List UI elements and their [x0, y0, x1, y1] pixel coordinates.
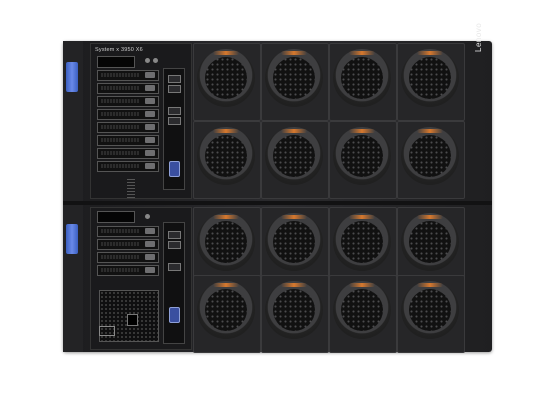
drive-handle[interactable]: [145, 111, 155, 117]
drive-bay[interactable]: [97, 226, 159, 237]
usb-port[interactable]: [168, 85, 181, 93]
fan-module[interactable]: [261, 275, 329, 353]
power-button[interactable]: [153, 58, 158, 63]
usb-port[interactable]: [168, 117, 181, 125]
fan-module[interactable]: [329, 121, 397, 199]
port-column: [163, 68, 185, 190]
fan-module[interactable]: [193, 275, 261, 353]
fan-icon: [197, 281, 255, 339]
fan-icon: [333, 213, 391, 271]
fan-icon: [333, 127, 391, 185]
fan-icon: [197, 127, 255, 185]
psu-switch[interactable]: [127, 314, 138, 326]
drive-handle[interactable]: [145, 228, 155, 234]
fan-icon: [401, 49, 459, 107]
upper-unit: System x 3950 X6: [63, 41, 492, 201]
usb-port[interactable]: [168, 241, 181, 249]
vga-port[interactable]: [169, 161, 180, 177]
fan-icon: [401, 213, 459, 271]
fan-icon: [265, 49, 323, 107]
drive-bay[interactable]: [97, 122, 159, 133]
operator-display: [97, 211, 135, 223]
drive-bay[interactable]: [97, 161, 159, 172]
drive-handle[interactable]: [145, 241, 155, 247]
drive-handle[interactable]: [145, 267, 155, 273]
drive-handle[interactable]: [145, 150, 155, 156]
drive-bay[interactable]: [97, 96, 159, 107]
drive-bay[interactable]: [97, 109, 159, 120]
vent-slots: [127, 178, 135, 198]
fan-module[interactable]: [261, 43, 329, 121]
drive-handle[interactable]: [145, 72, 155, 78]
fan-module[interactable]: [329, 43, 397, 121]
usb-port[interactable]: [168, 231, 181, 239]
fan-icon: [333, 281, 391, 339]
drive-bay[interactable]: [97, 135, 159, 146]
vga-port[interactable]: [169, 307, 180, 323]
drive-bay[interactable]: [97, 239, 159, 250]
fan-module[interactable]: [261, 121, 329, 199]
model-label: System x 3950 X6: [95, 47, 143, 53]
drive-bay[interactable]: [97, 83, 159, 94]
fan-icon: [197, 49, 255, 107]
fan-icon: [401, 127, 459, 185]
drive-bay[interactable]: [97, 70, 159, 81]
usb-port[interactable]: [168, 107, 181, 115]
drive-bay[interactable]: [97, 252, 159, 263]
fan-module[interactable]: [329, 275, 397, 353]
fan-icon: [401, 281, 459, 339]
usb-port[interactable]: [168, 75, 181, 83]
io-panel-lower: [90, 207, 192, 350]
drive-handle[interactable]: [145, 163, 155, 169]
fan-module[interactable]: [193, 121, 261, 199]
fan-icon: [265, 281, 323, 339]
fan-module[interactable]: [193, 43, 261, 121]
drive-handle[interactable]: [145, 137, 155, 143]
fan-icon: [333, 49, 391, 107]
certification-tag: [99, 326, 115, 336]
fan-module[interactable]: [397, 275, 465, 353]
fan-module[interactable]: [329, 207, 397, 285]
drive-handle[interactable]: [145, 124, 155, 130]
lower-unit: [63, 205, 492, 353]
drive-bay[interactable]: [97, 148, 159, 159]
fan-module[interactable]: [397, 121, 465, 199]
drive-handle[interactable]: [145, 254, 155, 260]
fan-module[interactable]: [193, 207, 261, 285]
fan-module[interactable]: [397, 43, 465, 121]
fan-module[interactable]: [261, 207, 329, 285]
fan-module[interactable]: [397, 207, 465, 285]
drive-bay[interactable]: [97, 265, 159, 276]
fan-icon: [197, 213, 255, 271]
operator-display: [97, 56, 135, 68]
fan-icon: [265, 213, 323, 271]
io-panel-upper: System x 3950 X6: [90, 43, 192, 199]
fan-icon: [265, 127, 323, 185]
power-button[interactable]: [145, 58, 150, 63]
power-button[interactable]: [145, 214, 150, 219]
port-column: [163, 222, 185, 344]
usb-port[interactable]: [168, 263, 181, 271]
drive-handle[interactable]: [145, 98, 155, 104]
drive-handle[interactable]: [145, 85, 155, 91]
